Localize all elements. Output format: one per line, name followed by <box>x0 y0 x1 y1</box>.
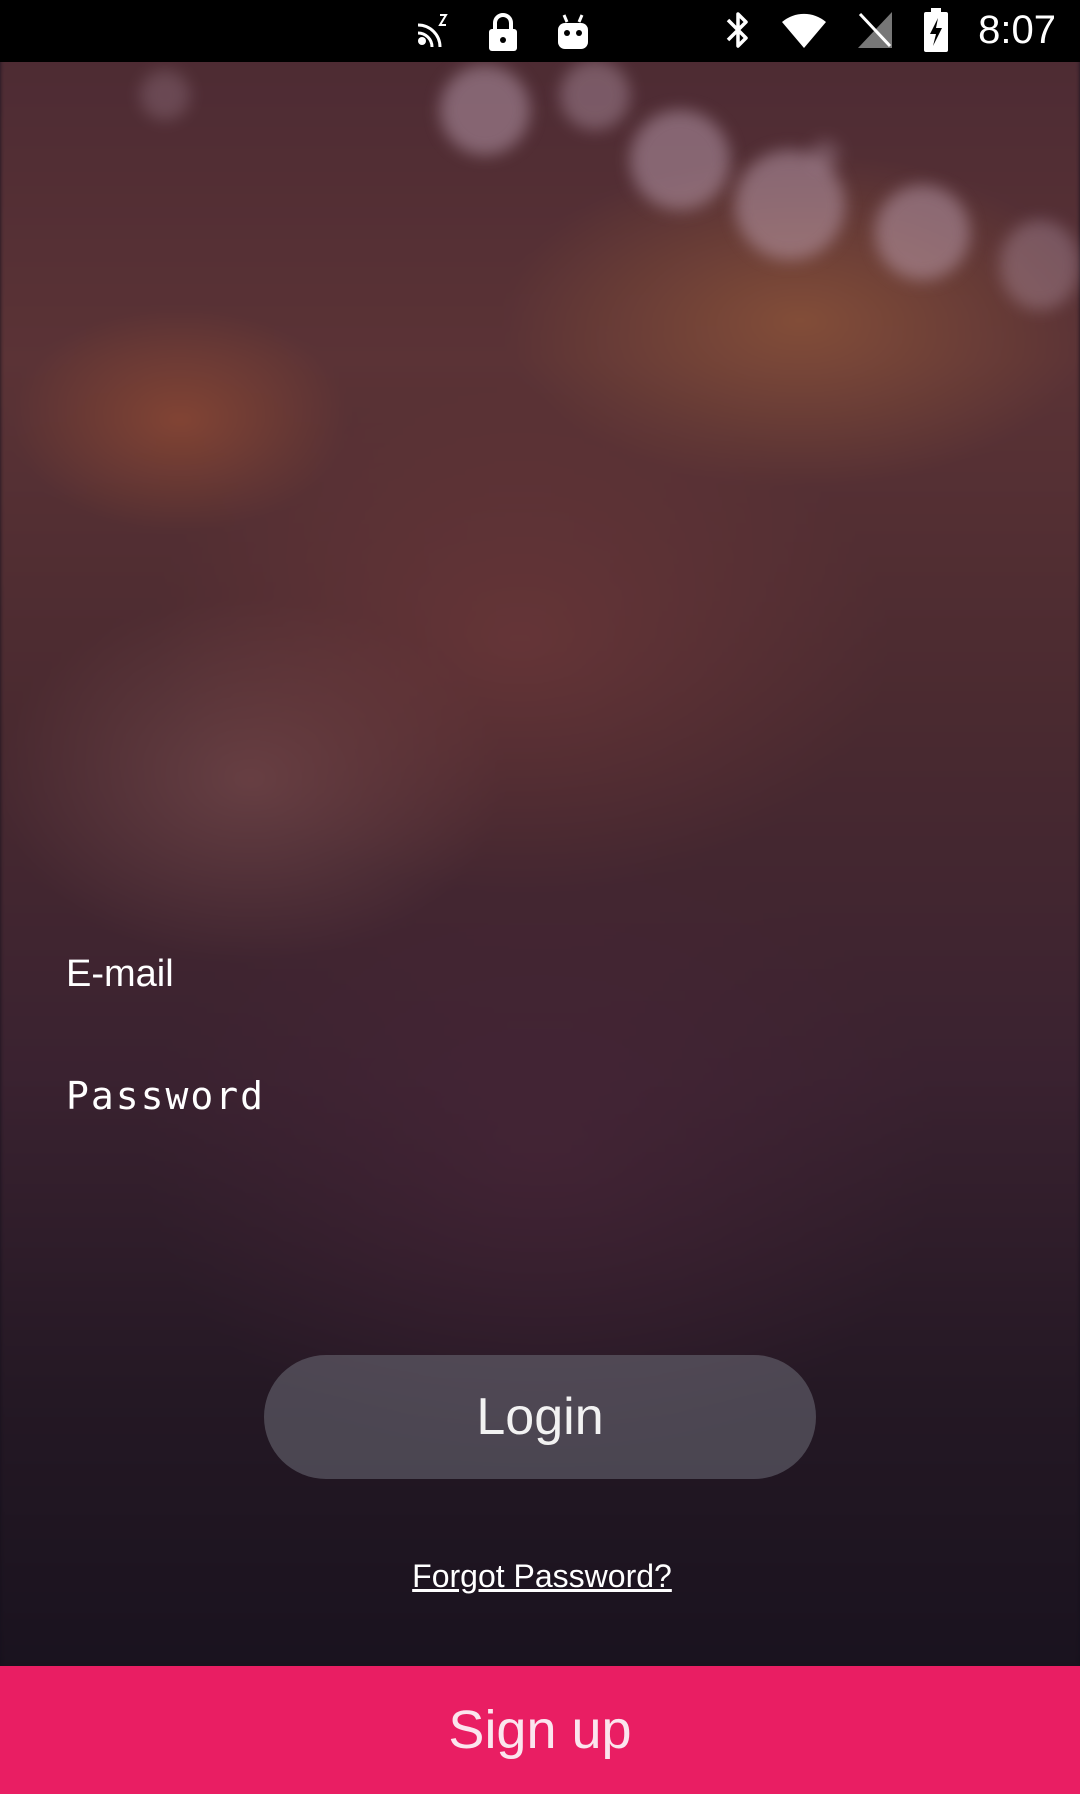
fake-signal-icon <box>410 10 452 54</box>
background-bokeh <box>560 60 630 130</box>
email-field[interactable]: E-mail <box>44 944 1042 1025</box>
email-placeholder: E-mail <box>66 953 174 995</box>
background-bokeh <box>140 70 190 120</box>
battery-charging-icon <box>922 8 950 52</box>
password-field[interactable]: Password <box>44 1066 1030 1147</box>
background-bokeh <box>875 185 970 280</box>
login-button[interactable]: Login <box>264 1355 816 1479</box>
login-screen: 8:07 E-mail Password Login Forgot Passwo… <box>0 0 1080 1794</box>
status-time: 8:07 <box>978 8 1056 52</box>
background-bokeh <box>810 140 840 170</box>
background-bokeh <box>1000 220 1080 310</box>
background-bokeh <box>630 110 730 210</box>
no-sim-icon <box>856 8 894 52</box>
lock-icon <box>486 10 520 54</box>
wifi-icon <box>780 8 828 52</box>
background-bokeh <box>440 65 530 155</box>
status-bar-right-icons: 8:07 <box>724 8 1056 52</box>
password-placeholder: Password <box>66 1074 266 1118</box>
android-icon <box>554 10 592 54</box>
signup-button[interactable]: Sign up <box>0 1666 1080 1794</box>
status-bar: 8:07 <box>0 0 1080 62</box>
forgot-password-link[interactable]: Forgot Password? <box>404 1556 680 1596</box>
bluetooth-icon <box>724 8 752 52</box>
status-bar-left-icons <box>410 10 592 54</box>
